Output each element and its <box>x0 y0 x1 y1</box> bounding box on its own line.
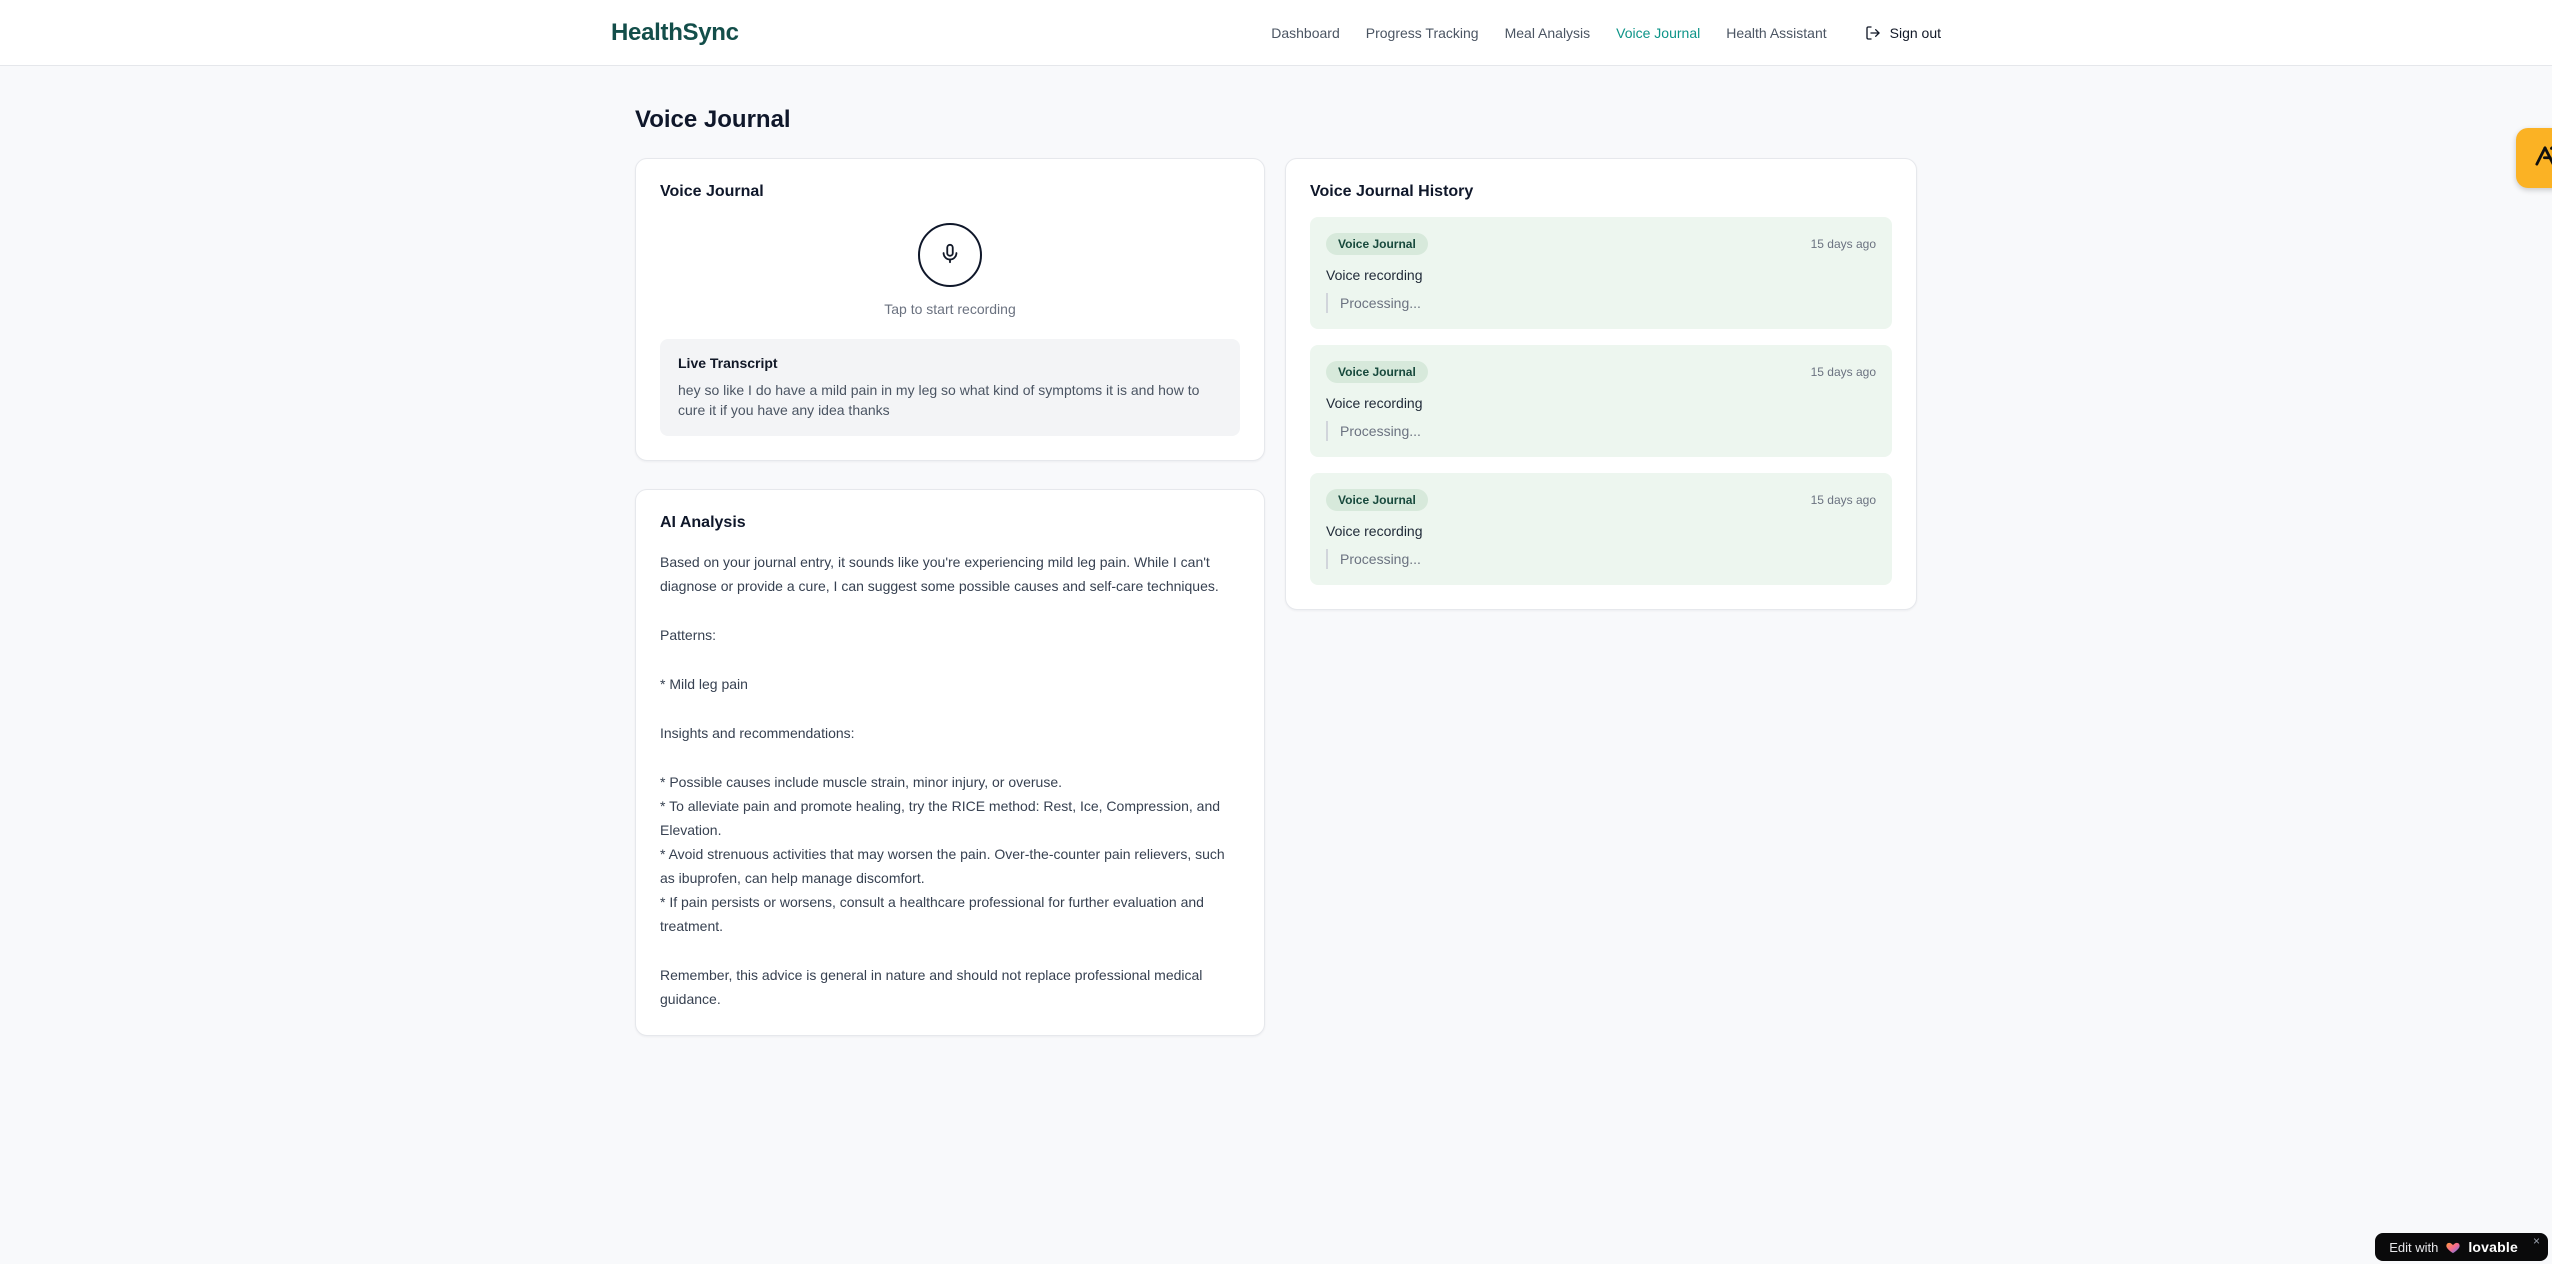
microphone-icon <box>939 243 961 268</box>
caret-logo-icon <box>2531 142 2552 175</box>
lovable-badge-brand: lovable <box>2468 1239 2518 1255</box>
left-column: Voice Journal Tap to start recording Liv… <box>635 158 1265 1036</box>
right-column: Voice Journal History Voice Journal 15 d… <box>1285 158 1917 610</box>
voice-journal-history-card: Voice Journal History Voice Journal 15 d… <box>1285 158 1917 610</box>
live-transcript-box: Live Transcript hey so like I do have a … <box>660 339 1240 436</box>
nav-link[interactable]: Health Assistant <box>1726 25 1826 41</box>
recorder-card-title: Voice Journal <box>660 183 764 200</box>
record-button[interactable] <box>918 223 982 287</box>
entry-label: Voice recording <box>1326 395 1423 411</box>
nav-link[interactable]: Meal Analysis <box>1505 25 1591 41</box>
nav-link[interactable]: Voice Journal <box>1616 25 1700 41</box>
entry-label: Voice recording <box>1326 267 1423 283</box>
history-entry[interactable]: Voice Journal 15 days ago Voice recordin… <box>1310 345 1892 457</box>
page-title: Voice Journal <box>635 106 791 133</box>
main-content: Voice Journal Voice Journal Tap to start… <box>635 66 1917 1036</box>
edit-with-lovable-badge[interactable]: Edit with lovable × <box>2375 1233 2548 1261</box>
analysis-paragraph: Patterns: <box>660 627 717 643</box>
sign-out-label: Sign out <box>1889 24 1941 41</box>
entry-timestamp: 15 days ago <box>1810 365 1876 379</box>
analysis-paragraph: Insights and recommendations: <box>660 725 855 741</box>
live-transcript-title: Live Transcript <box>678 355 778 371</box>
entry-status: Processing... <box>1326 421 1876 441</box>
floating-edge-badge[interactable] <box>2516 128 2552 188</box>
history-entries: Voice Journal 15 days ago Voice recordin… <box>1310 217 1892 585</box>
nav-items: Dashboard Progress Tracking Meal Analysi… <box>1271 25 1826 41</box>
analysis-paragraph: Based on your journal entry, it sounds l… <box>660 554 1219 594</box>
sign-out-button[interactable]: Sign out <box>1865 25 1941 41</box>
live-transcript-text: hey so like I do have a mild pain in my … <box>678 382 1200 418</box>
history-entry[interactable]: Voice Journal 15 days ago Voice recordin… <box>1310 217 1892 329</box>
analysis-paragraph: Remember, this advice is general in natu… <box>660 967 1203 1007</box>
ai-analysis-body: Based on your journal entry, it sounds l… <box>660 550 1240 1011</box>
lovable-badge-close-icon[interactable]: × <box>2533 1235 2540 1247</box>
header-container: HealthSync Dashboard Progress Tracking M… <box>611 0 1941 65</box>
voice-recorder-card: Voice Journal Tap to start recording Liv… <box>635 158 1265 461</box>
main-nav: Dashboard Progress Tracking Meal Analysi… <box>1271 25 1941 41</box>
analysis-paragraph: * Mild leg pain <box>660 676 748 692</box>
record-hint: Tap to start recording <box>884 301 1016 317</box>
entry-timestamp: 15 days ago <box>1810 493 1876 507</box>
nav-link[interactable]: Dashboard <box>1271 25 1340 41</box>
ai-analysis-title: AI Analysis <box>660 514 746 531</box>
content-grid: Voice Journal Tap to start recording Liv… <box>635 158 1917 1036</box>
mic-area: Tap to start recording <box>660 223 1240 317</box>
history-card-title: Voice Journal History <box>1310 183 1474 200</box>
entry-label: Voice recording <box>1326 523 1423 539</box>
nav-link[interactable]: Progress Tracking <box>1366 25 1479 41</box>
app-header: HealthSync Dashboard Progress Tracking M… <box>0 0 2552 66</box>
ai-analysis-card: AI Analysis Based on your journal entry,… <box>635 489 1265 1036</box>
app-logo[interactable]: HealthSync <box>611 19 739 47</box>
history-entry-header: Voice Journal 15 days ago <box>1326 489 1876 511</box>
analysis-paragraph: * Possible causes include muscle strain,… <box>660 774 1225 934</box>
entry-status: Processing... <box>1326 293 1876 313</box>
history-entry-header: Voice Journal 15 days ago <box>1326 233 1876 255</box>
heart-icon <box>2445 1240 2461 1255</box>
entry-type-badge: Voice Journal <box>1326 489 1428 511</box>
entry-type-badge: Voice Journal <box>1326 361 1428 383</box>
entry-timestamp: 15 days ago <box>1810 237 1876 251</box>
sign-out-icon <box>1865 25 1881 41</box>
entry-status: Processing... <box>1326 549 1876 569</box>
entry-type-badge: Voice Journal <box>1326 233 1428 255</box>
history-entry[interactable]: Voice Journal 15 days ago Voice recordin… <box>1310 473 1892 585</box>
lovable-badge-prefix: Edit with <box>2389 1239 2439 1255</box>
history-entry-header: Voice Journal 15 days ago <box>1326 361 1876 383</box>
